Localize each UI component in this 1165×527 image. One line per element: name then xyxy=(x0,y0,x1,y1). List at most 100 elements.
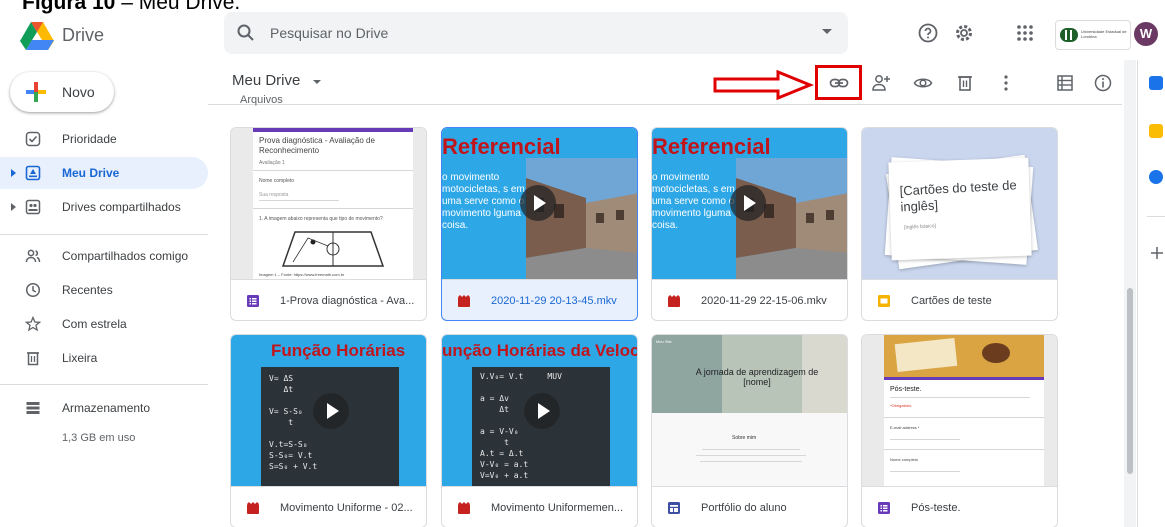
video-file-icon xyxy=(668,295,680,307)
apps-grid-icon[interactable] xyxy=(1014,22,1036,44)
video-file-icon xyxy=(458,502,470,514)
thumb-video-title: Função Horárias xyxy=(271,341,406,360)
file-card-sites[interactable]: Meu Site A jornada de aprendizagem de [n… xyxy=(651,334,848,527)
gear-icon[interactable] xyxy=(953,22,975,44)
shared-with-me-icon xyxy=(25,249,41,263)
file-thumbnail: [Cartões do teste de inglês] [Inglês bás… xyxy=(862,128,1057,279)
file-card-form[interactable]: Pós-teste. *Obrigatório E-mail address *… xyxy=(861,334,1058,527)
file-name: Movimento Uniforme - 02... xyxy=(280,502,413,514)
thumb-site-section: Sobre mim xyxy=(732,435,757,441)
info-icon[interactable] xyxy=(1093,73,1113,93)
link-icon[interactable] xyxy=(829,73,849,93)
sidebar-item-my-drive[interactable]: Meu Drive xyxy=(0,157,208,189)
my-drive-icon xyxy=(25,165,41,181)
thumb-required-note: *Obrigatório xyxy=(890,403,912,408)
play-icon[interactable] xyxy=(520,185,556,221)
sidebar-item-label: Meu Drive xyxy=(62,166,120,180)
priority-check-icon xyxy=(25,131,41,147)
list-view-icon[interactable] xyxy=(1055,73,1075,93)
google-forms-icon xyxy=(878,502,890,514)
google-sites-icon xyxy=(668,502,680,514)
file-name: 1-Prova diagnóstica - Ava... xyxy=(280,295,415,307)
sidebar-item-trash[interactable]: Lixeira xyxy=(0,342,208,374)
file-thumbnail: unção Horárias da Veloci V.V₀= V.t MUV a… xyxy=(442,335,638,486)
search-icon[interactable] xyxy=(236,23,256,43)
thumb-form-subtitle: Avaliação 1 xyxy=(259,160,285,166)
app-name[interactable]: Drive xyxy=(62,25,104,46)
thumb-slides-subtitle: [Inglês básico] xyxy=(903,223,937,231)
thumb-video-text: o movimento motocicletas, s em uma serve… xyxy=(442,172,525,231)
sidebar-item-storage[interactable]: Armazenamento xyxy=(0,392,208,424)
keep-icon[interactable] xyxy=(1149,124,1163,138)
thumb-footer: Imagem 1 – Fonte: https://www.freemath.c… xyxy=(259,272,345,277)
blackboard-formulas: V= ΔS Δt V= S-S₀ t V.t=S-S₀ S-S₀= V.t S=… xyxy=(269,374,318,471)
thumb-video-title: Referencial xyxy=(652,134,771,159)
search-input[interactable] xyxy=(270,22,790,44)
trash-icon[interactable] xyxy=(955,73,975,93)
file-card-video[interactable]: Referencial o movimento motocicletas, s … xyxy=(441,127,638,321)
file-name: Movimento Uniformemen... xyxy=(491,502,624,514)
scrollbar-thumb[interactable] xyxy=(1127,288,1133,474)
sidebar-item-label: Lixeira xyxy=(62,351,98,365)
thumb-site-hero: A jornada de aprendizagem de [nome] xyxy=(695,367,819,387)
tasks-icon[interactable] xyxy=(1149,170,1163,184)
play-icon[interactable] xyxy=(730,185,766,221)
file-card-form[interactable]: Prova diagnóstica - Avaliação de Reconhe… xyxy=(230,127,427,321)
thumb-video-title: unção Horárias da Veloci xyxy=(442,341,638,360)
file-card-footer: Movimento Uniforme - 02... xyxy=(231,486,426,527)
drive-logo-icon[interactable] xyxy=(20,22,54,50)
new-button[interactable]: Novo xyxy=(10,72,114,112)
plus-icon xyxy=(26,82,46,102)
sidebar-item-recent[interactable]: Recentes xyxy=(0,274,208,306)
trash-icon xyxy=(27,352,39,366)
play-icon[interactable] xyxy=(524,393,560,429)
soccer-field-image xyxy=(281,231,385,267)
file-name: Portfólio do aluno xyxy=(701,502,787,514)
file-name: 2020-11-29 20-13-45.mkv xyxy=(491,295,617,307)
expand-arrow-icon[interactable] xyxy=(11,169,16,177)
preview-eye-icon[interactable] xyxy=(913,73,933,93)
expand-arrow-icon[interactable] xyxy=(11,203,16,211)
add-addon-plus-icon[interactable] xyxy=(1150,246,1164,260)
file-card-video[interactable]: Função Horárias V= ΔS Δt V= S-S₀ t V.t=S… xyxy=(230,334,427,527)
file-card-video[interactable]: unção Horárias da Veloci V.V₀= V.t MUV a… xyxy=(441,334,638,527)
title-dropdown-chevron-icon[interactable] xyxy=(313,80,321,84)
play-icon[interactable] xyxy=(313,393,349,429)
storage-icon xyxy=(26,402,40,414)
university-logo-icon xyxy=(1060,28,1078,42)
sidebar-item-shared-drives[interactable]: Drives compartilhados xyxy=(0,191,208,223)
sidebar-item-label: Recentes xyxy=(62,283,113,297)
sidebar-item-starred[interactable]: Com estrela xyxy=(0,308,208,340)
thumb-field-label: E-mail address * xyxy=(890,425,920,430)
file-card-footer: Cartões de teste xyxy=(862,279,1057,320)
file-card-footer: 1-Prova diagnóstica - Ava... xyxy=(231,279,426,320)
header-divider xyxy=(208,104,1122,105)
sidebar-item-shared-with-me[interactable]: Compartilhados comigo xyxy=(0,240,208,272)
help-icon[interactable] xyxy=(917,22,939,44)
sidebar-item-label: Compartilhados comigo xyxy=(62,249,189,263)
file-thumbnail: Prova diagnóstica - Avaliação de Reconhe… xyxy=(231,128,426,279)
sidebar-item-priority[interactable]: Prioridade xyxy=(0,123,208,155)
search-box[interactable] xyxy=(224,12,848,54)
file-thumbnail: Referencial o movimento motocicletas, s … xyxy=(442,128,637,279)
storage-usage-text: 1,3 GB em uso xyxy=(62,432,136,444)
add-person-icon[interactable] xyxy=(871,73,891,93)
more-vert-icon[interactable] xyxy=(996,73,1016,93)
file-card-video[interactable]: Referencial o movimento motocicletas, s … xyxy=(651,127,848,321)
thumb-video-title: Referencial xyxy=(442,134,561,159)
calendar-icon[interactable] xyxy=(1149,76,1163,90)
file-name: Cartões de teste xyxy=(911,295,992,307)
page-title[interactable]: Meu Drive xyxy=(232,72,300,89)
account-avatar[interactable]: W xyxy=(1134,22,1158,46)
video-file-icon xyxy=(247,502,259,514)
google-forms-icon xyxy=(247,295,259,307)
organization-badge[interactable]: Universidade Estadual de Londrina xyxy=(1055,20,1131,50)
sidebar-item-label: Armazenamento xyxy=(62,401,151,415)
thumb-field-hint: Sua resposta xyxy=(259,192,289,198)
thumb-form-title: Pós-teste. xyxy=(890,386,922,393)
search-options-chevron-icon[interactable] xyxy=(822,29,832,34)
file-thumbnail: Referencial o movimento motocicletas, s … xyxy=(652,128,847,279)
organization-name: Universidade Estadual de Londrina xyxy=(1081,29,1127,39)
annotation-arrow xyxy=(713,70,814,100)
file-card-slides[interactable]: [Cartões do teste de inglês] [Inglês bás… xyxy=(861,127,1058,321)
